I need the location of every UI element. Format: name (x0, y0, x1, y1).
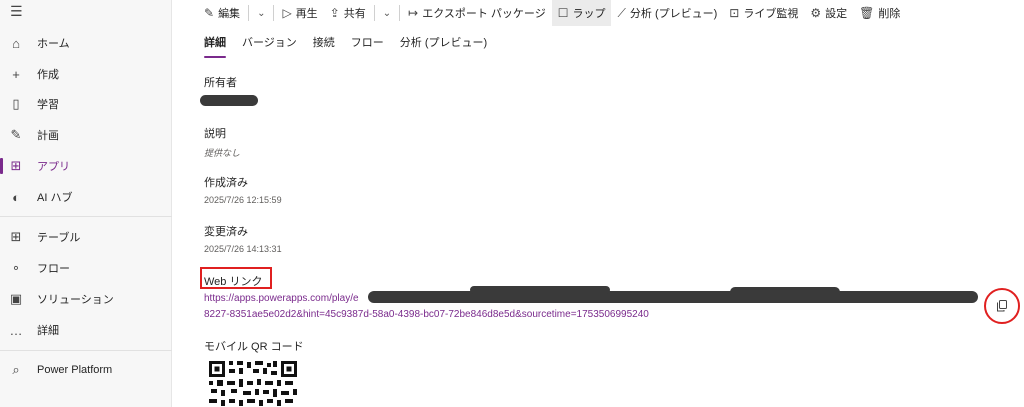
edit-label: 編集 (218, 8, 241, 20)
nav-divider (0, 216, 172, 217)
qr-code-label: モバイル QR コード (204, 341, 304, 353)
solution-icon: ▣ (9, 291, 23, 306)
analytics-button[interactable]: ⟋ 分析 (プレビュー) (611, 0, 723, 26)
sidebar-item-ai-hub[interactable]: ◐ AI ハブ (0, 184, 172, 210)
modified-value: 2025/7/26 14:13:31 (204, 244, 282, 254)
sidebar-item-tables[interactable]: ⊞ テーブル (0, 224, 172, 250)
edit-button[interactable]: ✎ 編集 (198, 0, 246, 26)
gear-icon: ⚙ (810, 6, 822, 20)
share-label: 共有 (343, 8, 366, 20)
command-bar: ✎ 編集 ⌄ ▷ 再生 ⇪ 共有 ⌄ ↦ エクスポート パッケージ ☐ ラップ … (198, 0, 906, 26)
sidebar-item-label: ホーム (37, 38, 70, 50)
modified-label: 変更済み (204, 226, 248, 238)
live-monitor-button[interactable]: ⊡ ライブ監視 (723, 0, 804, 26)
created-label: 作成済み (204, 177, 248, 189)
flow-icon: ∘ (11, 260, 21, 275)
share-button[interactable]: ⇪ 共有 (324, 0, 372, 26)
owner-label: 所有者 (204, 77, 237, 89)
more-icon: … (9, 322, 23, 338)
ai-hub-icon: ◐ (12, 189, 20, 205)
play-label: 再生 (295, 8, 318, 20)
power-platform-icon: ⌕ (12, 362, 20, 377)
toolbar-divider (248, 5, 250, 21)
tab-analytics[interactable]: 分析 (プレビュー) (400, 34, 487, 58)
detail-tabs: 詳細 バージョン 接続 フロー 分析 (プレビュー) (204, 34, 503, 58)
redacted-link-part (730, 287, 840, 297)
toolbar-divider (399, 5, 401, 21)
tab-connections[interactable]: 接続 (313, 34, 335, 58)
home-icon: ⌂ (12, 35, 20, 51)
live-monitor-label: ライブ監視 (743, 8, 799, 20)
wrap-icon: ☐ (557, 6, 569, 20)
sidebar-item-label: アプリ (37, 161, 70, 173)
plan-icon: ✎ (10, 127, 22, 142)
chart-icon: ⟋ (617, 5, 626, 20)
sidebar-item-apps[interactable]: ⊞ アプリ (0, 153, 172, 179)
web-link-label: Web リンク (204, 276, 263, 288)
chevron-down-icon[interactable]: ⌄ (377, 8, 397, 19)
created-value: 2025/7/26 12:15:59 (204, 195, 282, 205)
redacted-link-part (470, 286, 610, 294)
copy-link-button[interactable] (984, 288, 1020, 324)
sidebar-item-label: フロー (37, 263, 70, 275)
sidebar-item-more[interactable]: … 詳細 (0, 317, 172, 343)
wrap-label: ラップ (572, 8, 606, 20)
wrap-button[interactable]: ☐ ラップ (551, 0, 612, 26)
sidebar-item-label: 作成 (37, 69, 59, 81)
copy-icon (997, 300, 1007, 312)
sidebar-item-label: AI ハブ (37, 192, 73, 204)
redacted-owner (200, 95, 258, 106)
tab-versions[interactable]: バージョン (242, 34, 297, 58)
tab-details[interactable]: 詳細 (204, 34, 226, 58)
web-link-line-2[interactable]: 8227-8351ae5e02d2&hint=45c9387d-58a0-439… (204, 309, 649, 320)
sidebar-item-learn[interactable]: ▯ 学習 (0, 91, 172, 117)
monitor-icon: ⊡ (729, 6, 740, 20)
description-value: 提供なし (204, 148, 241, 158)
export-label: エクスポート パッケージ (422, 8, 546, 20)
tab-flows[interactable]: フロー (351, 34, 384, 58)
export-package-button[interactable]: ↦ エクスポート パッケージ (402, 0, 552, 26)
sidebar-item-label: Power Platform (37, 364, 113, 376)
nav-divider (0, 350, 172, 351)
left-nav: ☰ ⌂ ホーム + 作成 ▯ 学習 ✎ 計画 ⊞ アプリ ◐ AI ハブ ⊞ テ… (0, 0, 172, 407)
share-icon: ⇪ (329, 6, 340, 20)
settings-label: 設定 (825, 8, 848, 20)
table-icon: ⊞ (10, 229, 22, 244)
redacted-link-part (368, 291, 978, 303)
hamburger-menu-icon[interactable]: ☰ (10, 3, 23, 20)
sidebar-item-plan[interactable]: ✎ 計画 (0, 122, 172, 148)
sidebar-item-label: 学習 (37, 99, 59, 111)
play-icon: ▷ (282, 6, 292, 20)
delete-button[interactable]: 🗑 削除 (853, 0, 906, 26)
export-arrow-icon: ↦ (408, 6, 419, 20)
chevron-down-icon[interactable]: ⌄ (251, 8, 271, 19)
trash-icon: 🗑 (859, 6, 875, 20)
sidebar-item-power-platform[interactable]: ⌕ Power Platform (0, 357, 172, 383)
sidebar-item-create[interactable]: + 作成 (0, 61, 172, 87)
play-button[interactable]: ▷ 再生 (276, 0, 323, 26)
sidebar-item-label: 計画 (37, 130, 59, 142)
sidebar-item-label: ソリューション (37, 294, 114, 306)
analytics-label: 分析 (プレビュー) (629, 8, 718, 20)
qr-code-image (207, 359, 299, 407)
sidebar-item-solutions[interactable]: ▣ ソリューション (0, 286, 172, 312)
settings-button[interactable]: ⚙ 設定 (804, 0, 853, 26)
sidebar-item-label: 詳細 (37, 325, 59, 337)
toolbar-divider (373, 5, 375, 21)
toolbar-divider (273, 5, 275, 21)
web-link-line-1[interactable]: https://apps.powerapps.com/play/e (204, 293, 359, 304)
description-label: 説明 (204, 128, 226, 140)
plus-icon: + (12, 66, 20, 82)
sidebar-item-label: テーブル (37, 232, 81, 244)
book-icon: ▯ (12, 96, 20, 111)
pencil-icon: ✎ (204, 6, 215, 20)
sidebar-item-home[interactable]: ⌂ ホーム (0, 30, 172, 56)
sidebar-item-flows[interactable]: ∘ フロー (0, 255, 172, 281)
delete-label: 削除 (878, 8, 901, 20)
apps-icon: ⊞ (10, 158, 22, 173)
